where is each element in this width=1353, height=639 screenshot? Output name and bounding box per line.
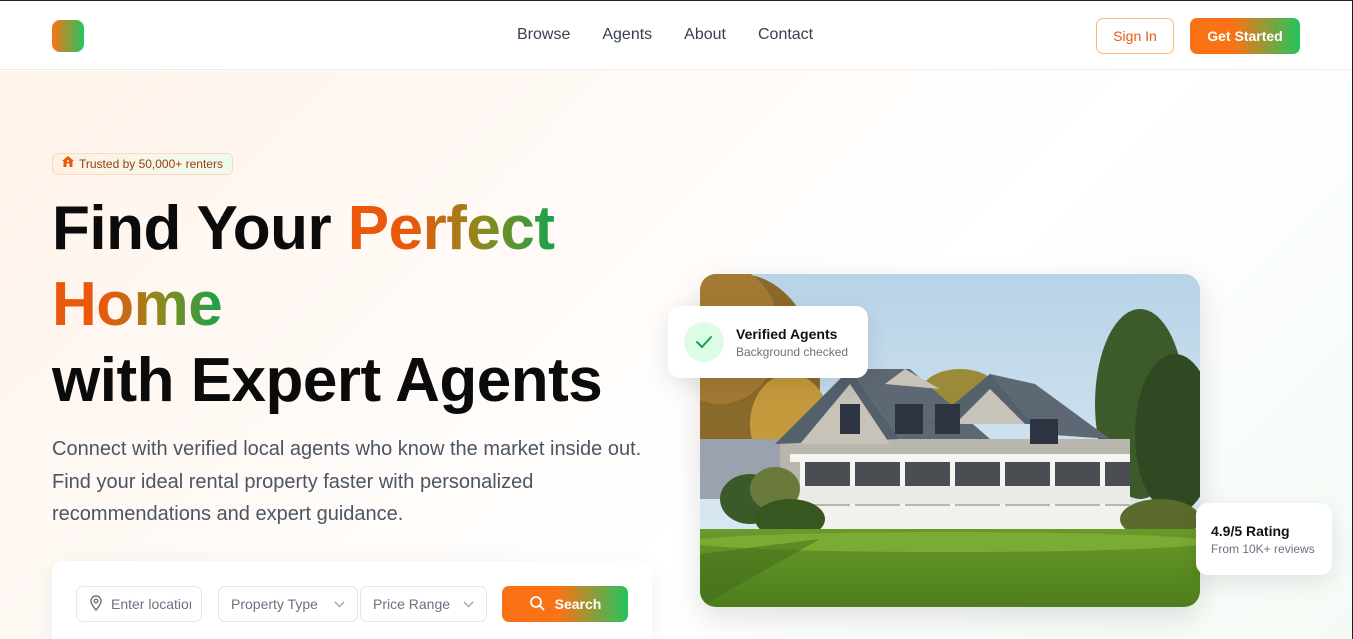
rating-subtitle: From 10K+ reviews [1211, 542, 1315, 556]
check-icon [684, 322, 724, 362]
headline-part1: Find Your [52, 194, 348, 263]
chevron-down-icon [463, 597, 474, 611]
hero-headline: Find Your Perfect Home with Expert Agent… [52, 191, 672, 419]
chevron-down-icon [334, 597, 345, 611]
headline-highlight-home: Home [52, 270, 223, 339]
hero-section: Trusted by 50,000+ renters Find Your Per… [0, 71, 1352, 639]
search-card: Property Type Price Range Search [52, 561, 652, 639]
search-button-label: Search [554, 596, 602, 612]
nav-link-browse[interactable]: Browse [517, 25, 570, 45]
search-icon [529, 595, 545, 614]
verified-agents-subtitle: Background checked [736, 345, 849, 359]
navbar: Browse Agents About Contact Sign In Get … [0, 1, 1352, 70]
trust-badge: Trusted by 50,000+ renters [52, 153, 233, 175]
property-type-label: Property Type [231, 596, 318, 612]
nav-links: Browse Agents About Contact [517, 25, 813, 45]
nav-link-contact[interactable]: Contact [758, 25, 813, 45]
get-started-button[interactable]: Get Started [1190, 18, 1300, 54]
headline-highlight-perfect: Perfect [347, 194, 555, 263]
house-icon [62, 154, 74, 174]
location-input[interactable] [111, 596, 191, 612]
hero-subtext: Connect with verified local agents who k… [52, 438, 642, 525]
logo[interactable] [52, 20, 84, 52]
verified-agents-card: Verified Agents Background checked [668, 306, 868, 378]
headline-part2: with Expert Agents [52, 346, 603, 415]
map-pin-icon [89, 594, 103, 614]
search-button[interactable]: Search [502, 586, 628, 622]
nav-link-about[interactable]: About [684, 25, 726, 45]
trust-badge-text: Trusted by 50,000+ renters [79, 157, 223, 171]
price-range-label: Price Range [373, 596, 451, 612]
rating-title: 4.9/5 Rating [1211, 523, 1290, 539]
property-type-select[interactable]: Property Type [218, 586, 358, 622]
nav-link-agents[interactable]: Agents [602, 25, 652, 45]
verified-agents-title: Verified Agents [736, 326, 838, 342]
location-field[interactable] [76, 586, 202, 622]
rating-card: 4.9/5 Rating From 10K+ reviews [1196, 503, 1332, 575]
sign-in-button[interactable]: Sign In [1096, 18, 1174, 54]
price-range-select[interactable]: Price Range [360, 586, 487, 622]
